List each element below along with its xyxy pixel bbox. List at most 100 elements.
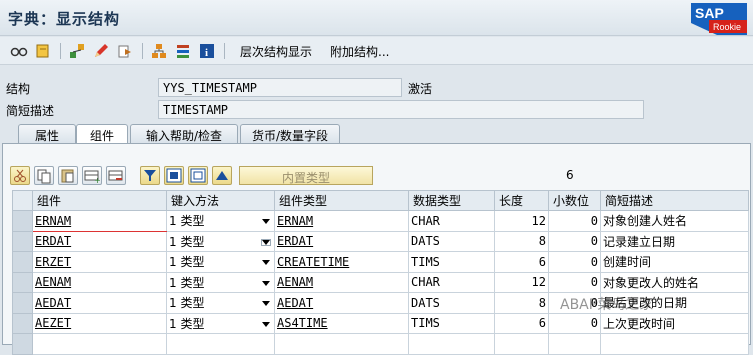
typing-method-cell[interactable]: 1 类型: [166, 210, 275, 232]
component-type-cell[interactable]: ERNAM: [274, 210, 409, 232]
col-header-short-description[interactable]: 简短描述: [600, 190, 749, 211]
pencil-icon[interactable]: [92, 42, 110, 60]
typing-method-cell[interactable]: 1 类型: [166, 271, 275, 293]
builtin-type-button[interactable]: 内置类型: [239, 166, 373, 185]
col-header-data-type[interactable]: 数据类型: [408, 190, 495, 211]
row-selector[interactable]: [12, 230, 33, 252]
where-used-icon[interactable]: [68, 42, 86, 60]
description-cell[interactable]: 最后更改的日期: [600, 292, 749, 314]
component-count: 6: [566, 168, 574, 182]
tab-components[interactable]: 组件: [76, 124, 128, 145]
data-type-cell[interactable]: TIMS: [408, 251, 495, 273]
col-header-typing-method[interactable]: 键入方法: [166, 190, 275, 211]
hierarchy-display-button[interactable]: 层次结构显示: [240, 43, 312, 60]
glasses-display-icon[interactable]: [10, 42, 28, 60]
data-type-cell[interactable]: CHAR: [408, 210, 495, 232]
hierarchy-icon[interactable]: [150, 42, 168, 60]
row-selector[interactable]: [12, 333, 33, 355]
length-cell[interactable]: 12: [494, 210, 549, 232]
dropdown-icon: [262, 219, 270, 225]
append-structure-button[interactable]: 附加结构...: [330, 43, 389, 60]
copy-icon[interactable]: [34, 166, 54, 185]
empty-cell[interactable]: [408, 333, 495, 355]
tab-currency-quantity[interactable]: 货币/数量字段: [240, 124, 340, 144]
component-cell[interactable]: AEZET: [32, 312, 167, 334]
col-header-length[interactable]: 长度: [494, 190, 549, 211]
typing-method-cell[interactable]: 1 类型: [166, 251, 275, 273]
length-cell[interactable]: 8: [494, 292, 549, 314]
delete-row-icon[interactable]: [106, 166, 126, 185]
col-header-component[interactable]: 组件: [32, 190, 167, 211]
dropdown-icon: [262, 260, 270, 266]
description-field[interactable]: TIMESTAMP: [158, 100, 644, 119]
component-cell[interactable]: AENAM: [32, 271, 167, 293]
empty-cell[interactable]: [274, 333, 409, 355]
svg-text:+: +: [94, 176, 101, 184]
info-icon[interactable]: i: [198, 42, 216, 60]
component-type-cell[interactable]: AS4TIME: [274, 312, 409, 334]
row-selector[interactable]: [12, 292, 33, 314]
component-type-cell[interactable]: CREATETIME: [274, 251, 409, 273]
data-type-cell[interactable]: TIMS: [408, 312, 495, 334]
select-all-icon[interactable]: [164, 166, 184, 185]
component-cell[interactable]: ERNAM: [32, 210, 167, 232]
empty-cell[interactable]: [32, 333, 167, 355]
deselect-icon[interactable]: [188, 166, 208, 185]
component-type-cell[interactable]: AEDAT: [274, 292, 409, 314]
col-header-decimals[interactable]: 小数位: [548, 190, 601, 211]
description-cell[interactable]: 记录建立日期: [600, 230, 749, 252]
stack-icon[interactable]: [174, 42, 192, 60]
filter-icon[interactable]: [140, 166, 160, 185]
decimals-cell[interactable]: 0: [548, 292, 601, 314]
table-row: ERNAM 1 类型 ERNAM CHAR 12 0 对象创建人姓名: [12, 210, 749, 232]
row-selector[interactable]: [12, 251, 33, 273]
typing-method-cell[interactable]: 1 类型: [166, 292, 275, 314]
row-selector[interactable]: [12, 312, 33, 334]
insert-row-icon[interactable]: +: [82, 166, 102, 185]
logo-text: SAP: [695, 5, 724, 21]
component-cell[interactable]: ERZET: [32, 251, 167, 273]
empty-cell[interactable]: [548, 333, 601, 355]
select-all-header[interactable]: [12, 190, 33, 211]
length-cell[interactable]: 6: [494, 251, 549, 273]
up-icon[interactable]: [212, 166, 232, 185]
table-row: AENAM 1 类型 AENAM CHAR 12 0 对象更改人的姓名: [12, 271, 749, 293]
tab-attributes[interactable]: 属性: [18, 124, 76, 144]
length-cell[interactable]: 6: [494, 312, 549, 334]
tab-input-help[interactable]: 输入帮助/检查: [130, 124, 238, 144]
typing-method-cell[interactable]: 1 类型: [166, 312, 275, 334]
decimals-cell[interactable]: 0: [548, 230, 601, 252]
description-cell[interactable]: 创建时间: [600, 251, 749, 273]
length-cell[interactable]: 8: [494, 230, 549, 252]
empty-cell[interactable]: [166, 333, 275, 355]
navigate-icon[interactable]: [116, 42, 134, 60]
cut-icon[interactable]: [10, 166, 30, 185]
component-type-cell[interactable]: AENAM: [274, 271, 409, 293]
description-cell[interactable]: 对象创建人姓名: [600, 210, 749, 232]
data-type-cell[interactable]: DATS: [408, 292, 495, 314]
edit-toggle-icon[interactable]: [34, 42, 52, 60]
decimals-cell[interactable]: 0: [548, 271, 601, 293]
status-text: 激活: [408, 82, 433, 96]
component-cell[interactable]: AEDAT: [32, 292, 167, 314]
empty-cell[interactable]: [494, 333, 549, 355]
empty-cell[interactable]: [600, 333, 749, 355]
col-header-component-type[interactable]: 组件类型: [274, 190, 409, 211]
description-cell[interactable]: 上次更改时间: [600, 312, 749, 334]
data-type-cell[interactable]: DATS: [408, 230, 495, 252]
row-selector[interactable]: [12, 210, 33, 232]
data-type-cell[interactable]: CHAR: [408, 271, 495, 293]
structure-name-field[interactable]: YYS_TIMESTAMP: [158, 78, 402, 97]
decimals-cell[interactable]: 0: [548, 312, 601, 334]
decimals-cell[interactable]: 0: [548, 210, 601, 232]
title-bar: 字典：显示结构 SAP Rookie: [0, 0, 753, 36]
component-type-cell[interactable]: ERDAT: [274, 230, 409, 252]
typing-method-cell[interactable]: 1 类型: [166, 230, 275, 252]
description-cell[interactable]: 对象更改人的姓名: [600, 271, 749, 293]
row-selector[interactable]: [12, 271, 33, 293]
component-cell[interactable]: ERDAT: [32, 230, 167, 252]
dropdown-icon: [262, 280, 270, 286]
length-cell[interactable]: 12: [494, 271, 549, 293]
decimals-cell[interactable]: 0: [548, 251, 601, 273]
paste-icon[interactable]: [58, 166, 78, 185]
